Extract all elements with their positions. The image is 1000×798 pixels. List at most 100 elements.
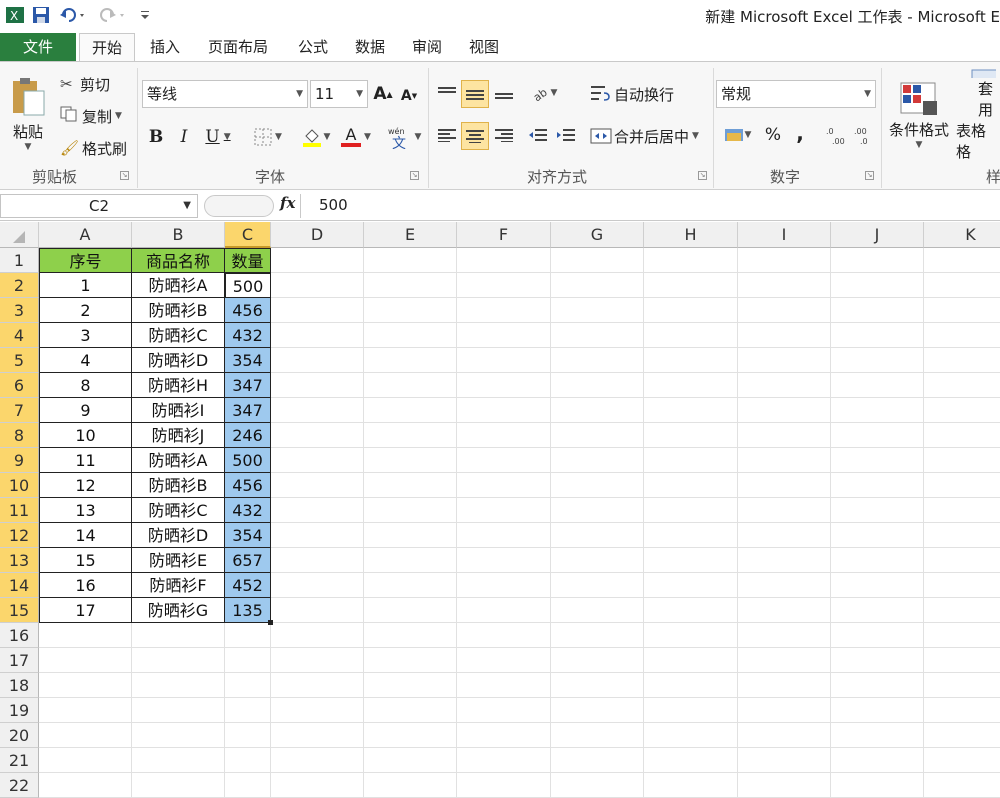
grid-cell[interactable] [924,748,1000,773]
cell-quantity[interactable]: 432 [225,498,271,523]
align-top-button[interactable] [434,80,460,106]
tab-formulas[interactable]: 公式 [288,33,338,62]
grid-cell[interactable] [39,773,132,798]
row-header-5[interactable]: 5 [0,348,39,373]
tab-page-layout[interactable]: 页面布局 [196,33,280,62]
decrease-indent-button[interactable] [526,122,550,148]
cell-product-name[interactable]: 防晒衫C [132,498,225,523]
underline-button[interactable]: U ▼ [200,124,236,150]
grid-cell[interactable] [271,723,364,748]
grid-cell[interactable] [644,298,738,323]
grid-cell[interactable] [457,648,551,673]
grid-cell[interactable] [924,373,1000,398]
row-header-7[interactable]: 7 [0,398,39,423]
worksheet-grid[interactable]: ABCDEFGHIJK 1 2 3 4 5 6 7 8 9 10 11 12 13 14 15 16 17 18 1… [0,222,1000,798]
row-header-12[interactable]: 12 [0,523,39,548]
grid-cell[interactable] [551,648,644,673]
cell-quantity[interactable]: 657 [225,548,271,573]
grid-cell[interactable] [644,698,738,723]
grid-cell[interactable] [831,573,924,598]
grid-cell[interactable] [551,748,644,773]
grid-cell[interactable] [364,323,457,348]
grid-cell[interactable] [457,423,551,448]
paste-button[interactable]: 粘贴 ▼ [8,68,48,160]
align-right-button[interactable] [491,122,517,148]
grid-cell[interactable] [457,548,551,573]
cell-quantity[interactable]: 135 [225,598,271,623]
grid-cell[interactable] [924,323,1000,348]
grid-cell[interactable] [924,498,1000,523]
grid-cell[interactable] [644,248,738,273]
grid-cell[interactable] [271,748,364,773]
grid-cell[interactable] [364,348,457,373]
align-left-button[interactable] [434,122,460,148]
grid-cell[interactable] [644,398,738,423]
grid-cell[interactable] [551,498,644,523]
grid-cell[interactable] [924,473,1000,498]
grid-cell[interactable] [39,698,132,723]
grid-cell[interactable] [738,323,831,348]
borders-button[interactable]: ▼ [250,124,286,150]
cell-serial[interactable]: 17 [39,598,132,623]
align-center-button[interactable] [461,122,489,150]
copy-button[interactable]: 复制 ▼ [60,104,130,128]
grid-cell[interactable] [738,698,831,723]
cell-quantity[interactable]: 452 [225,573,271,598]
bold-button[interactable]: B [145,124,167,150]
cell-product-name[interactable]: 防晒衫A [132,273,225,298]
tab-data[interactable]: 数据 [345,33,395,62]
grid-cell[interactable] [924,573,1000,598]
row-header-18[interactable]: 18 [0,673,39,698]
grid-cell[interactable] [271,598,364,623]
font-launcher-icon[interactable]: ↘ [410,171,419,180]
row-header-17[interactable]: 17 [0,648,39,673]
grid-cell[interactable] [738,598,831,623]
cell-serial[interactable]: 9 [39,398,132,423]
column-header-j[interactable]: J [831,222,924,248]
column-header-d[interactable]: D [271,222,364,248]
grid-cell[interactable] [457,498,551,523]
column-header-g[interactable]: G [551,222,644,248]
grid-cell[interactable] [551,373,644,398]
grid-cell[interactable] [271,548,364,573]
grid-cell[interactable] [271,298,364,323]
customize-toolbar-icon[interactable] [138,4,152,26]
cell-quantity[interactable]: 456 [225,298,271,323]
grid-cell[interactable] [644,548,738,573]
grid-cell[interactable] [924,348,1000,373]
grid-cell[interactable] [364,498,457,523]
align-bottom-button[interactable] [491,80,517,106]
grid-cell[interactable] [457,398,551,423]
formula-bar-splitter[interactable] [204,195,274,217]
grid-cell[interactable] [738,248,831,273]
grid-cell[interactable] [457,673,551,698]
grid-cell[interactable] [132,748,225,773]
grid-cell[interactable] [924,548,1000,573]
grid-cell[interactable] [271,398,364,423]
grid-cell[interactable] [457,773,551,798]
grid-cell[interactable] [644,598,738,623]
grid-cell[interactable] [644,773,738,798]
cell-serial[interactable]: 12 [39,473,132,498]
grid-cell[interactable] [644,323,738,348]
font-name-combo[interactable]: 等线 ▼ [142,80,308,108]
grid-cell[interactable] [644,423,738,448]
grid-cell[interactable] [831,723,924,748]
column-header-i[interactable]: I [738,222,831,248]
grid-cell[interactable] [738,723,831,748]
grid-cell[interactable] [364,623,457,648]
cell-serial[interactable]: 10 [39,423,132,448]
grid-cell[interactable] [551,598,644,623]
grid-cell[interactable] [364,448,457,473]
merge-center-button[interactable]: 合并后居中 ▼ [590,122,710,150]
column-header-h[interactable]: H [644,222,738,248]
row-header-11[interactable]: 11 [0,498,39,523]
row-header-4[interactable]: 4 [0,323,39,348]
row-header-8[interactable]: 8 [0,423,39,448]
number-launcher-icon[interactable]: ↘ [865,171,874,180]
grid-cell[interactable] [644,348,738,373]
grid-cell[interactable] [831,398,924,423]
orientation-button[interactable]: ab ▼ [526,80,562,106]
wrap-text-button[interactable]: 自动换行 [590,80,690,108]
grid-cell[interactable] [551,573,644,598]
